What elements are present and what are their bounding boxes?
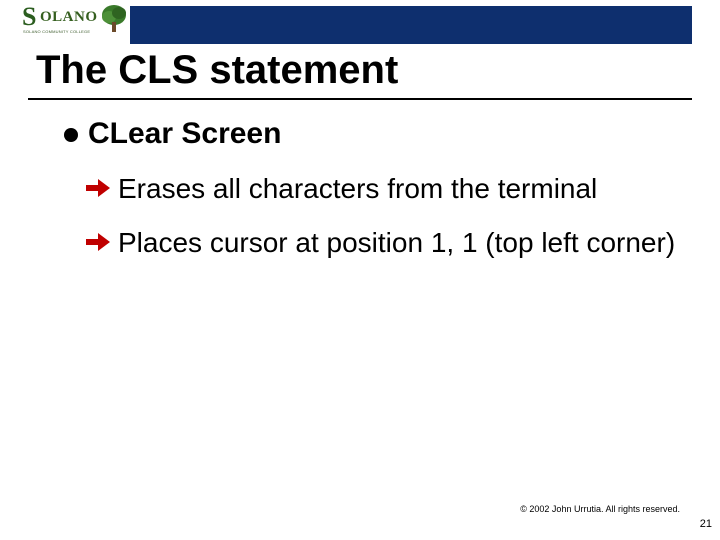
body: CLear Screen Erases all characters from …	[64, 116, 682, 278]
bullet-level2-text: Places cursor at position 1, 1 (top left…	[118, 227, 675, 258]
tree-icon	[100, 4, 128, 34]
slide-title: The CLS statement	[36, 48, 398, 92]
bullet-level2-text: Erases all characters from the terminal	[118, 173, 597, 204]
arrow-right-icon	[84, 228, 112, 256]
bullet-level2: Places cursor at position 1, 1 (top left…	[86, 224, 682, 262]
bullet-level1-text: CLear Screen	[88, 117, 281, 150]
arrow-right-icon	[84, 174, 112, 202]
logo-subtext: SOLANO COMMUNITY COLLEGE	[23, 30, 90, 34]
logo-text: OLANO	[40, 10, 98, 25]
logo: S OLANO SOLANO COMMUNITY COLLEGE	[22, 6, 132, 46]
disc-bullet-icon	[64, 128, 78, 142]
page-number: 21	[700, 519, 712, 530]
slide: S OLANO SOLANO COMMUNITY COLLEGE The CLS…	[0, 0, 720, 540]
header-band	[130, 6, 692, 44]
bullet-level2: Erases all characters from the terminal	[86, 170, 682, 208]
title-underline	[28, 98, 692, 100]
bullet-level1: CLear Screen	[64, 116, 682, 152]
copyright: © 2002 John Urrutia. All rights reserved…	[520, 505, 680, 514]
logo-big-letter: S	[22, 4, 35, 30]
